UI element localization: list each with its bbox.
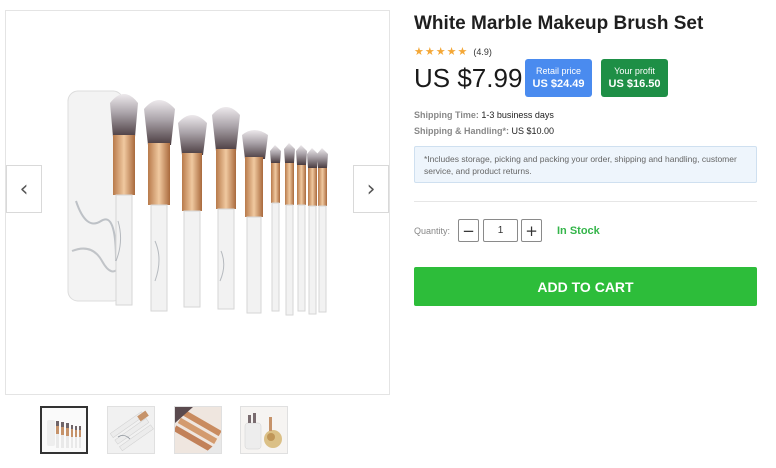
thumbnail-image (241, 407, 287, 453)
thumbnail-3[interactable] (174, 406, 222, 454)
thumbnail-2[interactable] (107, 406, 155, 454)
shipping-handling-label: Shipping & Handling*: (414, 126, 509, 136)
chevron-left-icon: ‹ (19, 176, 29, 202)
thumbnail-image (42, 408, 86, 452)
thumbnail-image (175, 407, 221, 453)
quantity-input[interactable] (483, 219, 518, 242)
previous-image-button[interactable]: ‹ (6, 165, 42, 213)
plus-icon: + (525, 221, 538, 240)
minus-icon: − (462, 221, 475, 240)
star-icon: ★ (435, 45, 446, 58)
main-product-image (5, 10, 390, 395)
retail-price-value: US $24.49 (532, 78, 585, 90)
star-icon: ★ (457, 45, 468, 58)
star-icon: ★ (446, 45, 457, 58)
shipping-time-value: 1-3 business days (481, 110, 554, 120)
add-to-cart-button[interactable]: ADD TO CART (414, 267, 757, 306)
next-image-button[interactable]: › (353, 165, 389, 213)
quantity-label: Quantity: (414, 226, 451, 236)
shipping-handling-value: US $10.00 (511, 126, 555, 136)
stock-status: In Stock (557, 225, 600, 237)
shipping-note: *Includes storage, picking and packing y… (414, 146, 757, 183)
product-rating: ★ ★ ★ ★ ★ (4.9) (414, 46, 492, 57)
thumbnail-1[interactable] (40, 406, 88, 454)
divider (414, 201, 757, 202)
profit-badge: Your profit US $16.50 (601, 59, 668, 97)
star-rating: ★ ★ ★ ★ ★ (414, 46, 467, 57)
shipping-time: Shipping Time: 1-3 business days (414, 110, 554, 120)
star-icon: ★ (424, 45, 435, 58)
retail-price-badge: Retail price US $24.49 (525, 59, 592, 97)
quantity-increase-button[interactable]: + (521, 219, 542, 242)
shipping-time-label: Shipping Time: (414, 110, 479, 120)
rating-value: (4.9) (473, 46, 492, 57)
profit-value: US $16.50 (608, 78, 661, 90)
shipping-handling: Shipping & Handling*: US $10.00 (414, 126, 554, 136)
thumbnail-4[interactable] (240, 406, 288, 454)
star-icon: ★ (414, 45, 424, 58)
retail-price-label: Retail price (535, 66, 582, 76)
quantity-decrease-button[interactable]: − (458, 219, 479, 242)
product-title: White Marble Makeup Brush Set (414, 13, 704, 34)
chevron-right-icon: › (366, 176, 376, 202)
profit-label: Your profit (614, 66, 655, 76)
thumbnail-image (108, 407, 154, 453)
product-price: US $7.99 (414, 63, 523, 93)
brush-set-illustration (67, 90, 328, 316)
